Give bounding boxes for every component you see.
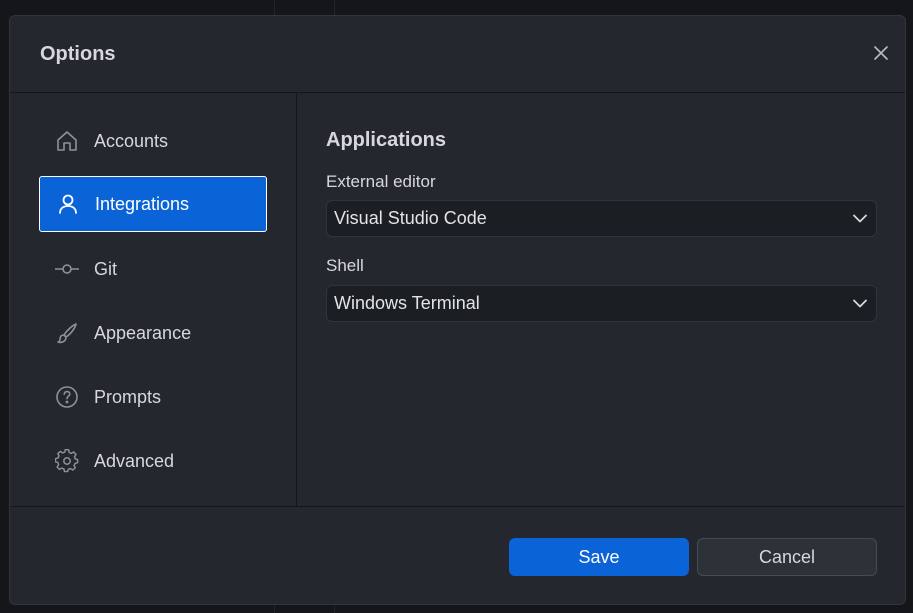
section-title: Applications <box>326 129 447 151</box>
close-icon <box>874 46 888 60</box>
sidebar-item-label: Accounts <box>94 130 169 151</box>
sidebar-item-label: Appearance <box>94 322 192 343</box>
dialog-footer: Save Cancel <box>10 506 905 604</box>
user-icon <box>55 191 81 217</box>
dialog-title: Options <box>40 43 116 65</box>
sidebar-item-appearance[interactable]: Appearance <box>39 305 267 361</box>
gear-icon <box>54 448 80 474</box>
git-commit-icon <box>54 256 80 282</box>
sidebar-item-label: Git <box>94 258 118 279</box>
cancel-button[interactable]: Cancel <box>697 538 877 576</box>
external-editor-value: Visual Studio Code <box>334 208 487 228</box>
integrations-panel: Applications External editor Visual Stud… <box>297 93 905 506</box>
brush-icon <box>54 320 80 346</box>
sidebar-item-integrations[interactable]: Integrations <box>39 176 267 232</box>
sidebar-item-prompts[interactable]: Prompts <box>39 369 267 425</box>
question-icon <box>54 384 80 410</box>
sidebar-item-accounts[interactable]: Accounts <box>39 113 267 169</box>
options-dialog: Options Accounts Integrations Git Appear… <box>9 15 906 605</box>
dialog-header: Options <box>10 16 905 93</box>
sidebar-item-advanced[interactable]: Advanced <box>39 433 267 489</box>
close-button[interactable] <box>870 42 892 64</box>
chevron-down-icon <box>853 297 867 311</box>
sidebar-item-label: Prompts <box>94 386 162 407</box>
save-button[interactable]: Save <box>509 538 689 576</box>
home-icon <box>54 128 80 154</box>
sidebar-item-label: Advanced <box>94 450 175 471</box>
shell-select[interactable]: Windows Terminal <box>326 285 877 322</box>
options-sidebar: Accounts Integrations Git Appearance Pro… <box>10 93 297 506</box>
chevron-down-icon <box>853 212 867 226</box>
sidebar-item-label: Integrations <box>95 193 190 214</box>
shell-value: Windows Terminal <box>334 293 480 313</box>
external-editor-label: External editor <box>326 172 436 191</box>
shell-label: Shell <box>326 256 364 275</box>
external-editor-select[interactable]: Visual Studio Code <box>326 200 877 237</box>
sidebar-item-git[interactable]: Git <box>39 241 267 297</box>
